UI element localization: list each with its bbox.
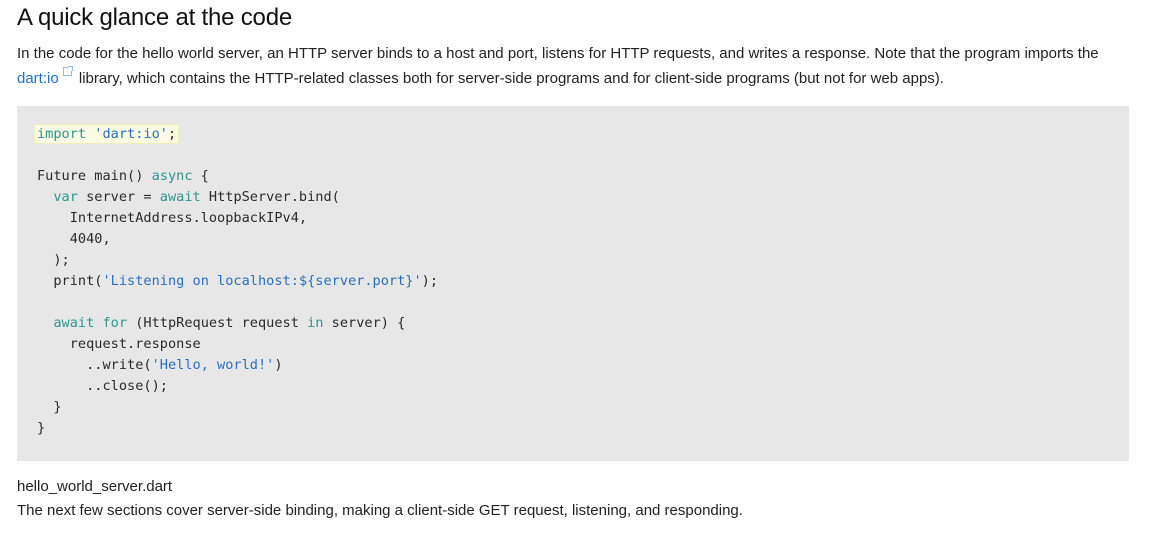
code-text: ; (167, 126, 177, 142)
code-line-3: Future main() async { (37, 166, 1109, 187)
code-line-6: 4040, (37, 231, 111, 247)
code-keyword: await (53, 315, 95, 331)
code-string: 'Hello, world!' (151, 357, 275, 373)
code-line-5: InternetAddress.loopbackIPv4, (37, 210, 308, 226)
intro-paragraph: In the code for the hello world server, … (17, 42, 1117, 91)
code-line-10: await for (HttpRequest request in server… (37, 313, 1109, 334)
code-keyword: import (37, 126, 87, 142)
code-keyword: for (102, 315, 128, 331)
external-link-icon (62, 65, 73, 76)
code-text: ..write( (37, 357, 152, 373)
section-heading: A quick glance at the code (17, 4, 292, 31)
code-text: ); (421, 273, 439, 289)
code-string: 'dart:io' (94, 126, 168, 142)
code-text: ) (274, 357, 283, 373)
code-keyword: async (151, 168, 193, 184)
dart-io-link[interactable]: dart:io (17, 70, 59, 87)
code-keyword: await (159, 189, 201, 205)
code-keyword: in (307, 315, 324, 331)
code-block[interactable]: import 'dart:io'; Future main() async { … (17, 106, 1129, 461)
code-line-1: import 'dart:io'; (34, 124, 1109, 145)
code-text: print( (37, 273, 103, 289)
code-line-13: ..close(); (37, 378, 168, 394)
code-text: HttpServer.bind( (200, 189, 340, 205)
code-line-4: var server = await HttpServer.bind( (37, 187, 1109, 208)
code-text: { (192, 168, 209, 184)
code-caption: hello_world_server.dart (17, 478, 173, 495)
code-text: (HttpRequest request (127, 315, 308, 331)
code-text: server = (77, 189, 160, 205)
code-string: 'Listening on localhost:${server.port}' (102, 273, 422, 289)
intro-text-before-link: In the code for the hello world server, … (17, 45, 1099, 62)
next-sections-paragraph: The next few sections cover server-side … (17, 502, 743, 519)
code-keyword: var (53, 189, 78, 205)
code-line-15: } (37, 420, 46, 436)
code-line-7: ); (37, 252, 70, 268)
code-line-14: } (37, 399, 62, 415)
code-line-8: print('Listening on localhost:${server.p… (37, 271, 1109, 292)
code-line-11: request.response (37, 336, 201, 352)
import-highlight: import 'dart:io'; (34, 124, 180, 144)
intro-text-after-link: library, which contains the HTTP-related… (74, 69, 944, 87)
code-text: server) { (323, 315, 406, 331)
code-text: Future main() (37, 168, 152, 184)
code-line-12: ..write('Hello, world!') (37, 355, 1109, 376)
